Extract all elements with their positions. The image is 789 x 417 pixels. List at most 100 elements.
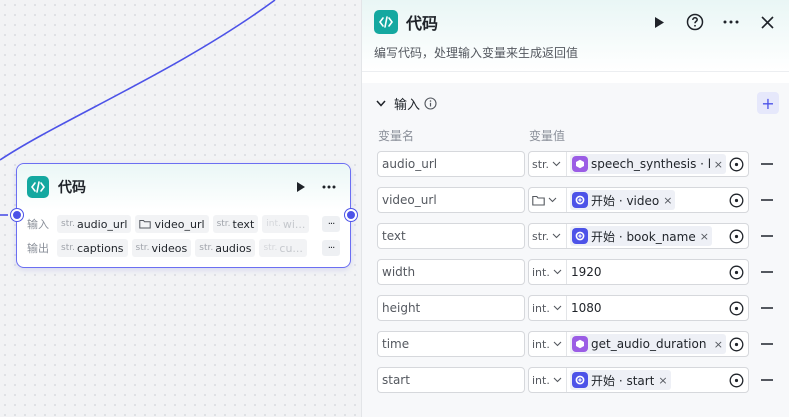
reference-tag[interactable]: 开始 · start × xyxy=(570,370,671,390)
remove-reference-icon[interactable]: × xyxy=(700,230,709,243)
start-node-icon xyxy=(572,228,588,244)
plugin-icon xyxy=(572,156,588,172)
variable-picker-icon[interactable] xyxy=(728,156,744,172)
variable-name: audio_url xyxy=(76,217,128,231)
variable-name-input[interactable]: audio_url xyxy=(377,151,525,177)
node-inputs-row: 输入 str. audio_url video_url str. text int. wi.… xyxy=(27,213,340,235)
remove-reference-icon[interactable]: × xyxy=(714,338,723,351)
reference-tag[interactable]: get_audio_duration · d × xyxy=(570,334,726,354)
input-variable-row: time int. get_audio_duration · d × xyxy=(372,331,779,357)
variable-value-field[interactable]: str. speech_synthesis · l··· × xyxy=(528,151,749,177)
type-select[interactable]: int. xyxy=(529,368,567,392)
folder-icon xyxy=(139,219,154,229)
node-output-tag: str. captions xyxy=(57,239,128,257)
variable-name-input[interactable]: text xyxy=(377,223,525,249)
variable-name: text xyxy=(232,217,255,231)
variable-name-input[interactable]: video_url xyxy=(377,187,525,213)
more-options-icon[interactable] xyxy=(318,176,340,198)
remove-row-icon[interactable] xyxy=(761,235,773,237)
chevron-down-icon xyxy=(553,377,562,383)
type-label: str. xyxy=(61,219,75,229)
remove-row-icon[interactable] xyxy=(761,163,773,165)
variable-name-input[interactable]: width xyxy=(377,259,525,285)
variable-name-input[interactable]: height xyxy=(377,295,525,321)
type-label: str. xyxy=(61,243,75,253)
variable-name-input[interactable]: start xyxy=(377,367,525,393)
outputs-more-button[interactable]: ··· xyxy=(322,240,340,256)
section-title: 输入 xyxy=(394,97,421,113)
variable-picker-icon[interactable] xyxy=(728,372,744,388)
reference-tag[interactable]: 开始 · video × xyxy=(570,190,676,210)
remove-row-icon[interactable] xyxy=(761,199,773,201)
type-select[interactable] xyxy=(529,188,567,212)
input-variable-row: text str. 开始 · book_name × xyxy=(372,223,779,249)
add-input-button[interactable]: + xyxy=(757,92,779,114)
variable-picker-icon[interactable] xyxy=(728,300,744,316)
literal-value[interactable]: 1080 xyxy=(571,301,728,315)
type-select[interactable]: str. xyxy=(529,224,567,248)
collapse-chevron-icon[interactable] xyxy=(376,100,386,107)
remove-row-icon[interactable] xyxy=(761,379,773,381)
node-output-tag: str. cu... xyxy=(259,239,307,257)
chevron-down-icon xyxy=(553,341,562,347)
type-select[interactable]: int. xyxy=(529,260,567,284)
variable-picker-icon[interactable] xyxy=(728,228,744,244)
variable-name: wi... xyxy=(282,217,306,231)
reference-tag[interactable]: speech_synthesis · l··· × xyxy=(570,154,726,174)
type-label: int. xyxy=(532,301,550,315)
chevron-down-icon xyxy=(552,161,561,167)
column-headers: 变量名 变量值 xyxy=(372,123,779,147)
col-variable-value: 变量值 xyxy=(529,128,566,143)
node-outputs-row: 输出 str. captions str. videos str. audios str. c… xyxy=(27,237,340,259)
help-icon[interactable] xyxy=(684,11,706,33)
input-variable-row: height int. 1080 xyxy=(372,295,779,321)
input-variable-row: start int. 开始 · start × xyxy=(372,367,779,393)
variable-value-field[interactable]: int. 开始 · start × xyxy=(528,367,749,393)
variable-value-field[interactable]: int. 1920 xyxy=(528,259,749,285)
type-label: str. xyxy=(199,243,214,253)
chevron-down-icon xyxy=(553,269,562,275)
remove-row-icon[interactable] xyxy=(761,343,773,345)
more-options-icon[interactable] xyxy=(720,11,742,33)
remove-reference-icon[interactable]: × xyxy=(658,374,667,387)
node-input-tag: video_url xyxy=(135,215,209,233)
variable-value-field[interactable]: str. 开始 · book_name × xyxy=(528,223,749,249)
input-variable-row: video_url 开始 · video × xyxy=(372,187,779,213)
variable-value-field[interactable]: int. 1080 xyxy=(528,295,749,321)
reference-text: speech_synthesis · l··· xyxy=(591,157,710,171)
literal-value[interactable]: 1920 xyxy=(571,265,728,279)
remove-reference-icon[interactable]: × xyxy=(714,158,723,171)
node-input-tag: int. wi... xyxy=(262,215,310,233)
input-variable-row: width int. 1920 xyxy=(372,259,779,285)
node-output-port[interactable] xyxy=(345,209,357,221)
reference-tag[interactable]: 开始 · book_name × xyxy=(570,226,712,246)
variable-name-input[interactable]: time xyxy=(377,331,525,357)
variable-value-field[interactable]: 开始 · video × xyxy=(528,187,749,213)
variable-value-field[interactable]: int. get_audio_duration · d × xyxy=(528,331,749,357)
type-label: int. xyxy=(532,337,550,351)
type-label: str. xyxy=(532,229,550,243)
folder-icon xyxy=(532,195,545,206)
variable-picker-icon[interactable] xyxy=(728,336,744,352)
chevron-down-icon xyxy=(548,197,557,203)
run-icon[interactable] xyxy=(648,11,670,33)
code-node-card[interactable]: 代码 输入 str. audio_url video_url str. text int.… xyxy=(16,163,351,268)
type-select[interactable]: int. xyxy=(529,332,567,356)
remove-row-icon[interactable] xyxy=(761,271,773,273)
remove-row-icon[interactable] xyxy=(761,307,773,309)
close-icon[interactable] xyxy=(756,11,778,33)
remove-reference-icon[interactable]: × xyxy=(663,194,672,207)
inputs-more-button[interactable]: ··· xyxy=(322,216,340,232)
variable-picker-icon[interactable] xyxy=(728,264,744,280)
chevron-down-icon xyxy=(552,233,561,239)
run-icon[interactable] xyxy=(290,176,312,198)
reference-text: get_audio_duration · d xyxy=(591,337,710,351)
type-select[interactable]: str. xyxy=(529,152,567,176)
variable-picker-icon[interactable] xyxy=(728,192,744,208)
info-icon[interactable] xyxy=(424,96,437,110)
reference-text: 开始 · start xyxy=(591,373,655,388)
type-select[interactable]: int. xyxy=(529,296,567,320)
variable-name: captions xyxy=(76,241,124,255)
node-input-port[interactable] xyxy=(11,209,23,221)
col-variable-name: 变量名 xyxy=(378,128,415,143)
